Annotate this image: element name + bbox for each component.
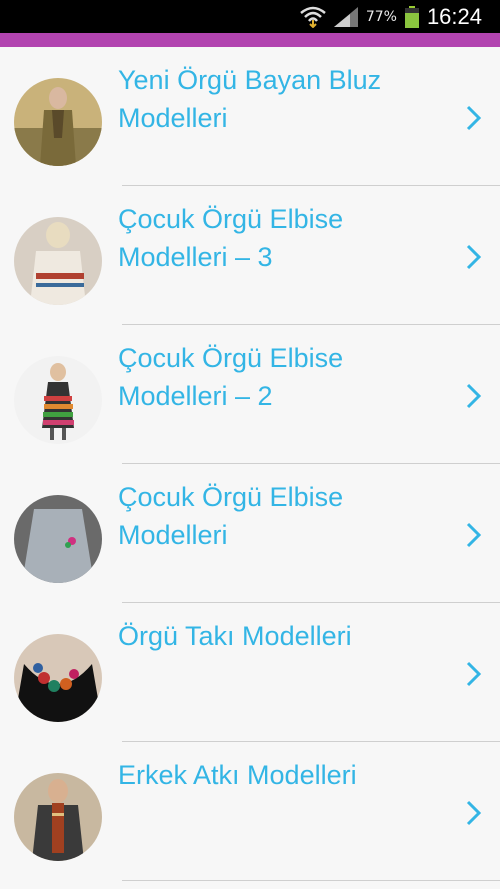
chevron-right-icon[interactable] [466,383,482,409]
item-title: Çocuk Örgü Elbise Modelleri – 3 [118,204,344,272]
chevron-right-icon[interactable] [466,105,482,131]
battery-icon [404,5,419,28]
thumbnail-image [14,356,102,444]
thumbnail-image [14,217,102,305]
thumbnail-image [14,773,102,861]
item-title: Örgü Takı Modelleri [118,621,352,651]
item-title: Çocuk Örgü Elbise Modelleri [118,482,344,550]
thumbnail-image [14,495,102,583]
list-item[interactable]: Erkek Atkı Modelleri [0,742,500,881]
item-title: Erkek Atkı Modelleri [118,760,357,790]
battery-percent: 77% [365,8,397,25]
status-bar: 77% 16:24 [0,0,500,33]
divider [122,880,500,881]
item-title: Çocuk Örgü Elbise Modelleri – 2 [118,343,344,411]
clock: 16:24 [426,3,482,29]
chevron-right-icon[interactable] [466,522,482,548]
status-icons: 77% 16:24 [300,0,482,33]
list-item[interactable]: Örgü Takı Modelleri [0,603,500,742]
signal-icon [333,6,358,27]
thumbnail-image [14,634,102,722]
article-list: Yeni Örgü Bayan Bluz Modelleri Çocuk Örg… [0,47,500,881]
wifi-icon [300,6,326,28]
item-title: Yeni Örgü Bayan Bluz Modelleri [118,65,382,133]
chevron-right-icon[interactable] [466,244,482,270]
list-item[interactable]: Çocuk Örgü Elbise Modelleri [0,464,500,603]
list-item[interactable]: Çocuk Örgü Elbise Modelleri – 3 [0,186,500,325]
chevron-right-icon[interactable] [466,661,482,687]
list-item[interactable]: Çocuk Örgü Elbise Modelleri – 2 [0,325,500,464]
chevron-right-icon[interactable] [466,800,482,826]
thumbnail-image [14,78,102,166]
list-item[interactable]: Yeni Örgü Bayan Bluz Modelleri [0,47,500,186]
accent-bar [0,33,500,47]
